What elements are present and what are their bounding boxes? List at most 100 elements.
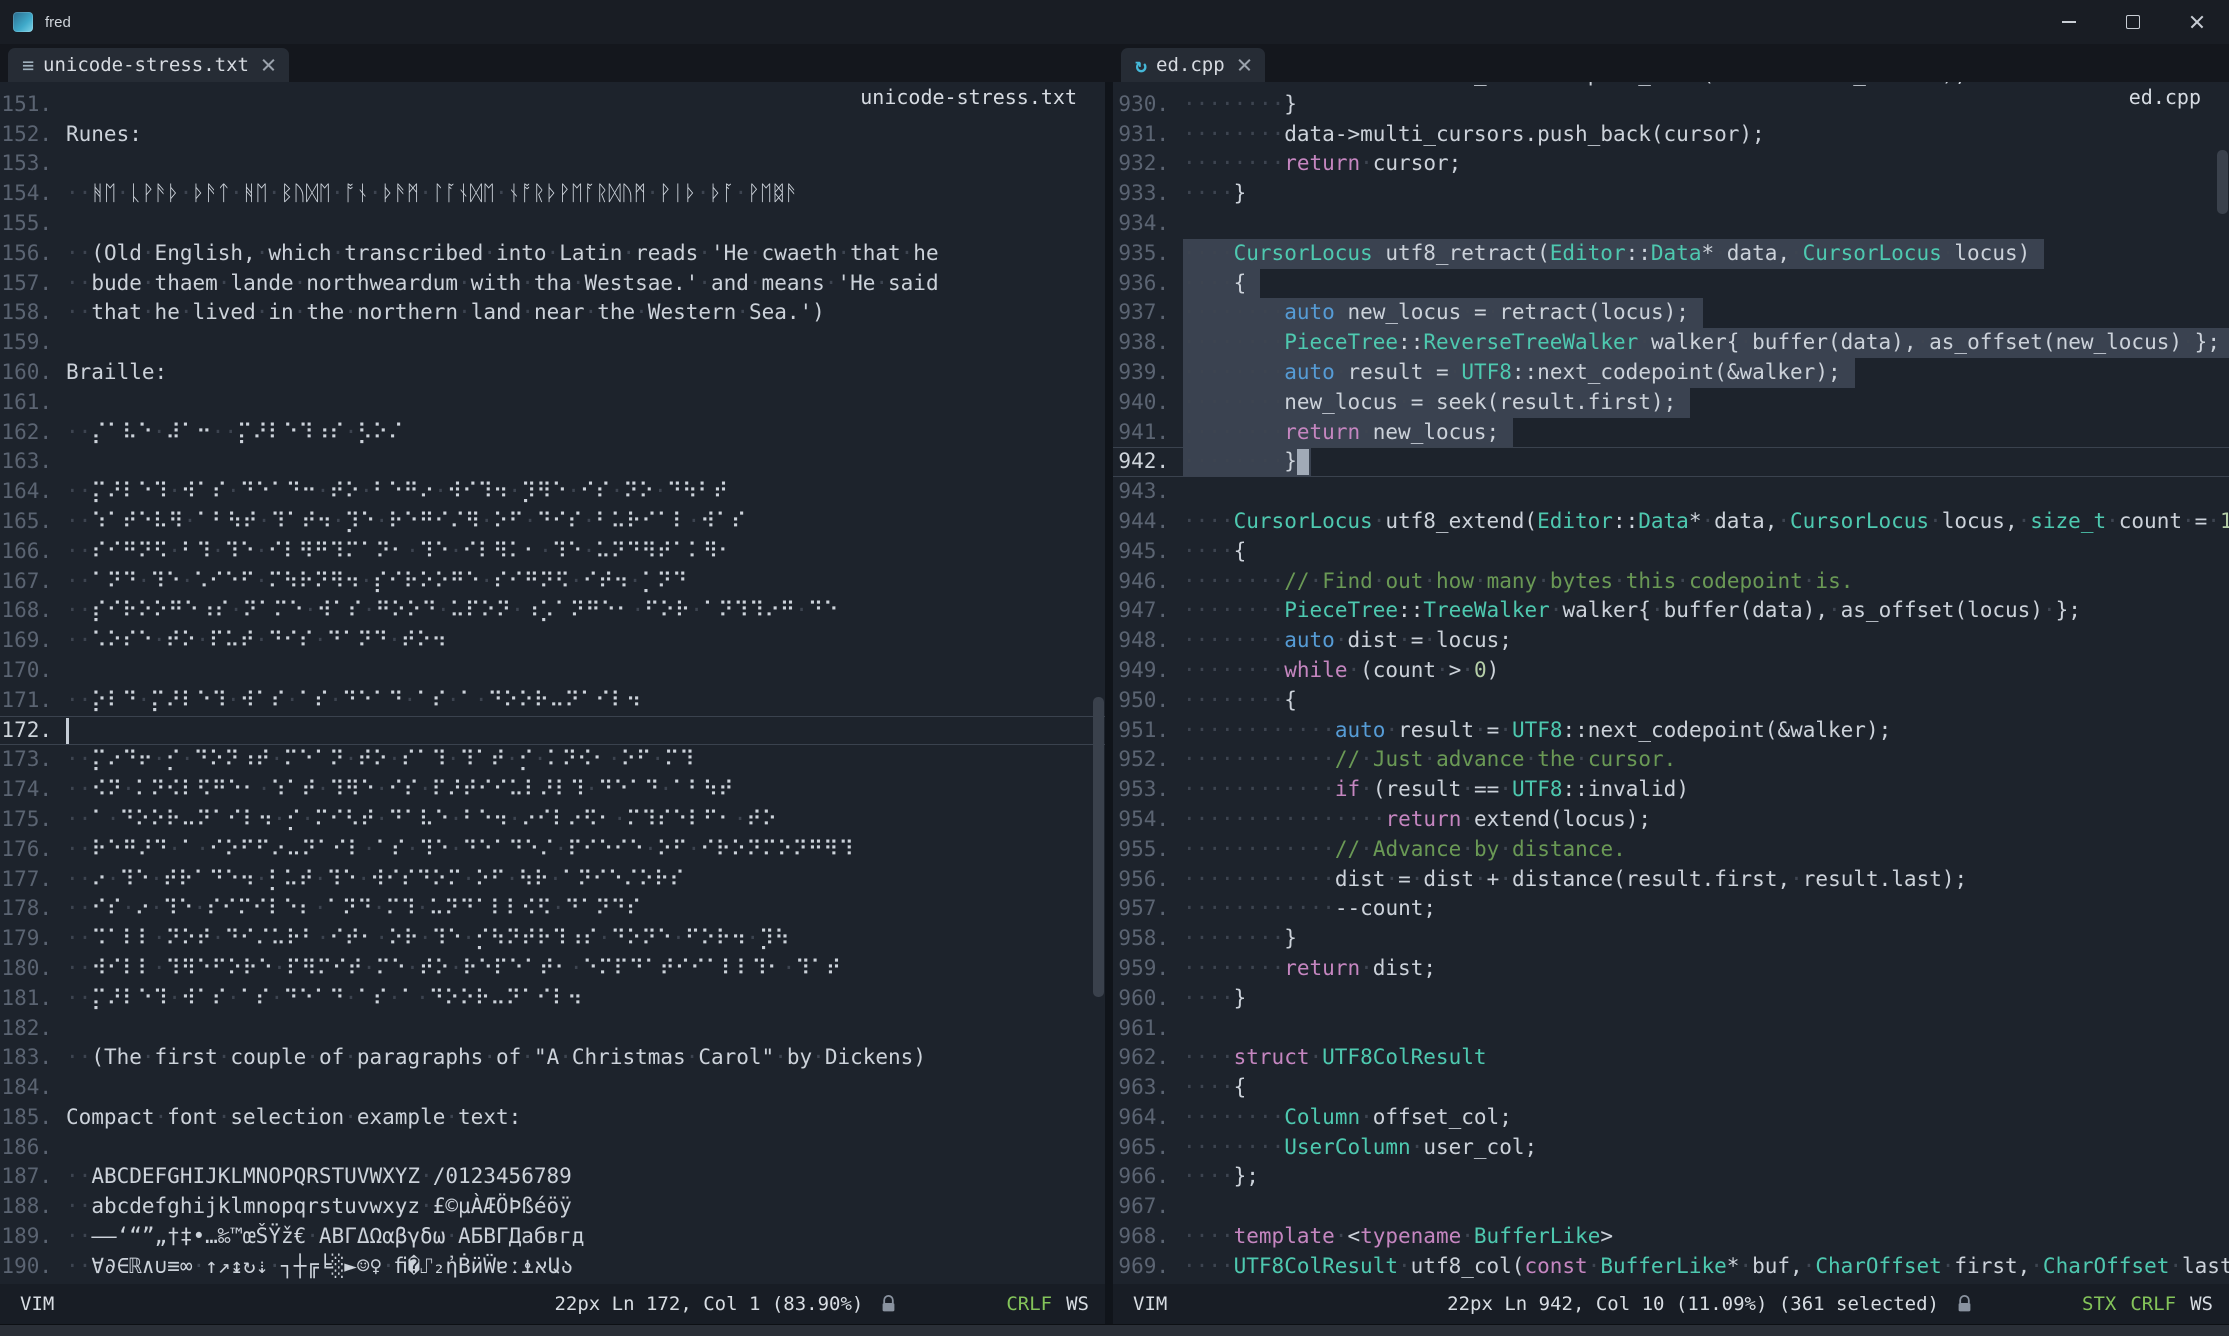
code-line[interactable]: 181.··⡍⠜⠇⠑⠹·⠺⠁⠎·⠁⠎·⠙⠑⠁⠙·⠁⠎·⠁·⠙⠕⠕⠗⠤⠝⠁⠊⠇⠲	[0, 984, 1105, 1014]
code-line[interactable]: 153.	[0, 149, 1105, 179]
tab-unicode-stress-txt[interactable]: ≡ unicode-stress.txt	[8, 48, 289, 82]
pane-divider[interactable]	[1105, 82, 1113, 1324]
code-line[interactable]: 962.····struct·UTF8ColResult	[1113, 1043, 2229, 1073]
whitespace-dot: ·	[1423, 628, 1436, 652]
titlebar[interactable]: fred	[0, 0, 2229, 44]
code-line[interactable]: 174.··⠪⠝·⠅⠝⠪⠇⠫⠛⠑⠂·⠱⠁⠞·⠹⠻⠑·⠊⠎·⠏⠜⠞⠊⠊⠥⠇⠜⠇⠹·…	[0, 775, 1105, 805]
code-line[interactable]: 168.··⡎⠊⠗⠕⠕⠛⠑⠰⠎·⠝⠁⠍⠑·⠺⠁⠎·⠛⠕⠕⠙·⠥⠏⠕⠝·⠰⡡⠁⠝⠛…	[0, 596, 1105, 626]
code-line[interactable]: 175.··⠁·⠙⠕⠕⠗⠤⠝⠁⠊⠇⠲·⡊·⠍⠊⠣⠞·⠙⠁⠧⠑·⠃⠑⠲·⠔⠊⠇⠔⠫…	[0, 805, 1105, 835]
code-line[interactable]: 953.············if·(result·==·UTF8::inva…	[1113, 775, 2229, 805]
code-line[interactable]: 183.··(The·first·couple·of·paragraphs·of…	[0, 1043, 1105, 1073]
whitespace-dot: ·	[256, 241, 269, 265]
code-line[interactable]: 162.··⡌⠁⠧⠑·⠼⠁⠒··⡍⠜⠇⠑⠹⠰⠎·⡣⠕⠌	[0, 418, 1105, 448]
code-line[interactable]: 156.··(Old·English,·which·transcribed·in…	[0, 239, 1105, 269]
code-line[interactable]: 967.	[1113, 1192, 2229, 1222]
tab-close-icon[interactable]	[262, 59, 275, 72]
code-line[interactable]: 182.	[0, 1014, 1105, 1044]
code-line[interactable]: 933.····}	[1113, 179, 2229, 209]
code-line[interactable]: 938.········PieceTree::ReverseTreeWalker…	[1113, 328, 2229, 358]
code-line[interactable]: 176.··⠗⠑⠛⠜⠙·⠁·⠊⠕⠋⠋⠔⠤⠝⠁⠊⠇·⠁⠎·⠹⠑·⠙⠑⠁⠙⠑⠌·⠏⠊…	[0, 835, 1105, 865]
code-line[interactable]: 931.········data->multi_cursors.push_bac…	[1113, 120, 2229, 150]
code-line[interactable]: 952.············//·Just·advance·the·curs…	[1113, 745, 2229, 775]
code-line[interactable]: 941.········return·new_locus;	[1113, 418, 2229, 448]
code-line[interactable]: 943.	[1113, 477, 2229, 507]
code-line[interactable]: 947.········PieceTree::TreeWalker·walker…	[1113, 596, 2229, 626]
code-line[interactable]: 940.········new_locus·=·seek(result.firs…	[1113, 388, 2229, 418]
code-line[interactable]: 180.··⠺⠊⠇⠇·⠹⠻⠑⠋⠕⠗⠑·⠏⠻⠍⠊⠞·⠍⠑·⠞⠕·⠗⠑⠏⠑⠁⠞⠂·⠑…	[0, 954, 1105, 984]
code-line[interactable]: 173.··⡍⠔⠙⠖·⡊·⠙⠕⠝⠰⠞·⠍⠑⠁⠝·⠞⠕·⠎⠁⠹·⠹⠁⠞·⡊·⠅⠝⠪…	[0, 745, 1105, 775]
code-line[interactable]: 167.··⠁⠝⠙·⠹⠑·⠡⠊⠑⠋·⠍⠳⠗⠝⠻⠲·⡎⠊⠗⠕⠕⠛⠑·⠎⠊⠛⠝⠫·⠊…	[0, 567, 1105, 597]
code-line[interactable]: 957.············--count;	[1113, 894, 2229, 924]
code-line[interactable]: 942.········}	[1113, 447, 2229, 477]
code-line[interactable]: 937.········auto·new_locus·=·retract(loc…	[1113, 298, 2229, 328]
code-line[interactable]: 185.Compact·font·selection·example·text:	[0, 1103, 1105, 1133]
close-button[interactable]	[2165, 0, 2229, 44]
code-line[interactable]: 170.	[0, 656, 1105, 686]
left-scrollbar-thumb[interactable]	[1093, 697, 1104, 997]
whitespace-dot: ·	[1790, 241, 1803, 265]
code-line[interactable]: 165.··⠱⠁⠞⠑⠧⠻·⠁⠃⠳⠞·⠹⠁⠞⠲·⡹⠑·⠗⠑⠛⠊⠌⠻·⠕⠋·⠙⠊⠎·…	[0, 507, 1105, 537]
code-line[interactable]: 963.····{	[1113, 1073, 2229, 1103]
code-line[interactable]: 172.	[0, 716, 1105, 746]
code-line[interactable]: 949.········while·(count·>·0)	[1113, 656, 2229, 686]
code-line[interactable]: 968.····template·<typename·BufferLike>	[1113, 1222, 2229, 1252]
code-line[interactable]: 954.················return·extend(locus)…	[1113, 805, 2229, 835]
code-line[interactable]: 160.Braille:	[0, 358, 1105, 388]
code-line[interactable]: 159.	[0, 328, 1105, 358]
code-line[interactable]: 936.····{	[1113, 269, 2229, 299]
whitespace-dot: ·	[1309, 1045, 1322, 1069]
code-line[interactable]: 158.··that·he·lived·in·the·northern·land…	[0, 298, 1105, 328]
right-scrollbar-thumb[interactable]	[2217, 150, 2228, 214]
code-line[interactable]: 157.··bude·thaem·lande·northweardum·with…	[0, 269, 1105, 299]
whitespace-dot: ·	[1221, 867, 1234, 891]
code-line[interactable]: 932.········return·cursor;	[1113, 149, 2229, 179]
code-line[interactable]: 955.············//·Advance·by·distance.	[1113, 835, 2229, 865]
right-editor-viewport[interactable]: 929.············data->multi_cursors.push…	[1113, 82, 2229, 1284]
code-line[interactable]: 161.	[0, 388, 1105, 418]
code-line[interactable]: 152.Runes:	[0, 120, 1105, 150]
code-line[interactable]: 964.········Column·offset_col;	[1113, 1103, 2229, 1133]
code-line[interactable]: 961.	[1113, 1014, 2229, 1044]
code-line[interactable]: 950.········{	[1113, 686, 2229, 716]
code-line[interactable]: 934.	[1113, 209, 2229, 239]
code-line[interactable]: 930.········}	[1113, 90, 2229, 120]
code-line[interactable]: 966.····};	[1113, 1162, 2229, 1192]
code-line[interactable]: 166.··⠎⠊⠛⠝⠫·⠃⠹·⠹⠑·⠊⠇⠻⠛⠹⠍⠁⠝⠂·⠹⠑·⠊⠇⠻⠅⠂·⠹⠑·…	[0, 537, 1105, 567]
code-line[interactable]: 969.····UTF8ColResult·utf8_col(const·Buf…	[1113, 1252, 2229, 1282]
code-line[interactable]: 956.············dist·=·dist·+·distance(r…	[1113, 865, 2229, 895]
code-line[interactable]: 189.··–—‘“”„†‡•…‰™œŠŸž€·ΑΒΓΔΩαβγδω·АБВГД…	[0, 1222, 1105, 1252]
code-line[interactable]: 186.	[0, 1133, 1105, 1163]
whitespace-dot: ·	[1259, 837, 1272, 861]
code-line[interactable]: 958.········}	[1113, 924, 2229, 954]
code-line[interactable]: 939.········auto·result·=·UTF8::next_cod…	[1113, 358, 2229, 388]
code-line[interactable]: 948.········auto·dist·=·locus;	[1113, 626, 2229, 656]
whitespace-dot: ·	[1676, 569, 1689, 593]
code-line[interactable]: 171.··⡕⠇⠙·⡍⠜⠇⠑⠹·⠺⠁⠎·⠁⠎·⠙⠑⠁⠙·⠁⠎·⠁·⠙⠕⠕⠗⠤⠝⠁…	[0, 686, 1105, 716]
code-line[interactable]: 944.····CursorLocus·utf8_extend(Editor::…	[1113, 507, 2229, 537]
tab-ed-cpp[interactable]: ↻ ed.cpp	[1121, 48, 1265, 82]
code-line[interactable]: 945.····{	[1113, 537, 2229, 567]
code-line[interactable]: 179.··⠩⠁⠇⠇·⠝⠕⠞·⠙⠊⠌⠥⠗⠃·⠊⠞⠂·⠕⠗·⠹⠑·⡊⠳⠝⠞⠗⠹⠰⠎…	[0, 924, 1105, 954]
code-line[interactable]: 959.········return·dist;	[1113, 954, 2229, 984]
code-line[interactable]: 154.··ᚻᛖ·ᚳᚹᚫᚦ·ᚦᚫᛏ·ᚻᛖ·ᛒᚢᛞᛖ·ᚩᚾ·ᚦᚫᛗ·ᛚᚪᚾᛞᛖ·ᚾ…	[0, 179, 1105, 209]
tab-close-icon[interactable]	[1238, 59, 1251, 72]
code-line[interactable]: 187.··ABCDEFGHIJKLMNOPQRSTUVWXYZ·/012345…	[0, 1162, 1105, 1192]
code-line[interactable]: 946.········//·Find·out·how·many·bytes·t…	[1113, 567, 2229, 597]
code-line[interactable]: 184.	[0, 1073, 1105, 1103]
code-line[interactable]: 188.··abcdefghijklmnopqrstuvwxyz·£©µÀÆÖÞ…	[0, 1192, 1105, 1222]
code-line[interactable]: 164.··⡍⠜⠇⠑⠹·⠺⠁⠎·⠙⠑⠁⠙⠒·⠞⠕·⠃⠑⠛⠔·⠺⠊⠹⠲·⡹⠻⠑·⠊…	[0, 477, 1105, 507]
code-line[interactable]: 163.	[0, 447, 1105, 477]
maximize-button[interactable]	[2101, 0, 2165, 44]
code-line[interactable]: 190.··∀∂∈ℝ∧∪≡∞·↑↗↨↻⇣·┐┼╔╘░►☺♀·ﬁ�⑀₂ἠḂӥẄɐː…	[0, 1252, 1105, 1282]
code-line[interactable]: 960.····}	[1113, 984, 2229, 1014]
code-line[interactable]: 169.··⠡⠕⠎⠑·⠞⠕·⠏⠥⠞·⠙⠊⠎·⠙⠁⠝⠙·⠞⠕⠲	[0, 626, 1105, 656]
code-line[interactable]: 935.····CursorLocus·utf8_retract(Editor:…	[1113, 239, 2229, 269]
code-line[interactable]: 951.············auto·result·=·UTF8::next…	[1113, 716, 2229, 746]
code-line[interactable]: 178.··⠊⠎·⠔·⠹⠑·⠎⠊⠍⠊⠇⠑⠆·⠁⠝⠙·⠍⠹·⠥⠝⠙⠁⠇⠇⠪⠫·⠙⠁…	[0, 894, 1105, 924]
code-line[interactable]: 965.········UserColumn·user_col;	[1113, 1133, 2229, 1163]
code-line[interactable]: 177.··⠔·⠹⠑·⠞⠗⠁⠙⠑⠲·⡃⠥⠞·⠹⠑·⠺⠊⠎⠙⠕⠍·⠕⠋·⠳⠗·⠁⠝…	[0, 865, 1105, 895]
minimize-button[interactable]	[2037, 0, 2101, 44]
code-line[interactable]: 929.············data->multi_cursors.push…	[1113, 82, 2229, 90]
left-editor-viewport[interactable]: 150.··እግርህን·በፍራሽህ·ልክ·ዘርጋ።151.152.Runes:1…	[0, 82, 1105, 1284]
code-line[interactable]: 155.	[0, 209, 1105, 239]
